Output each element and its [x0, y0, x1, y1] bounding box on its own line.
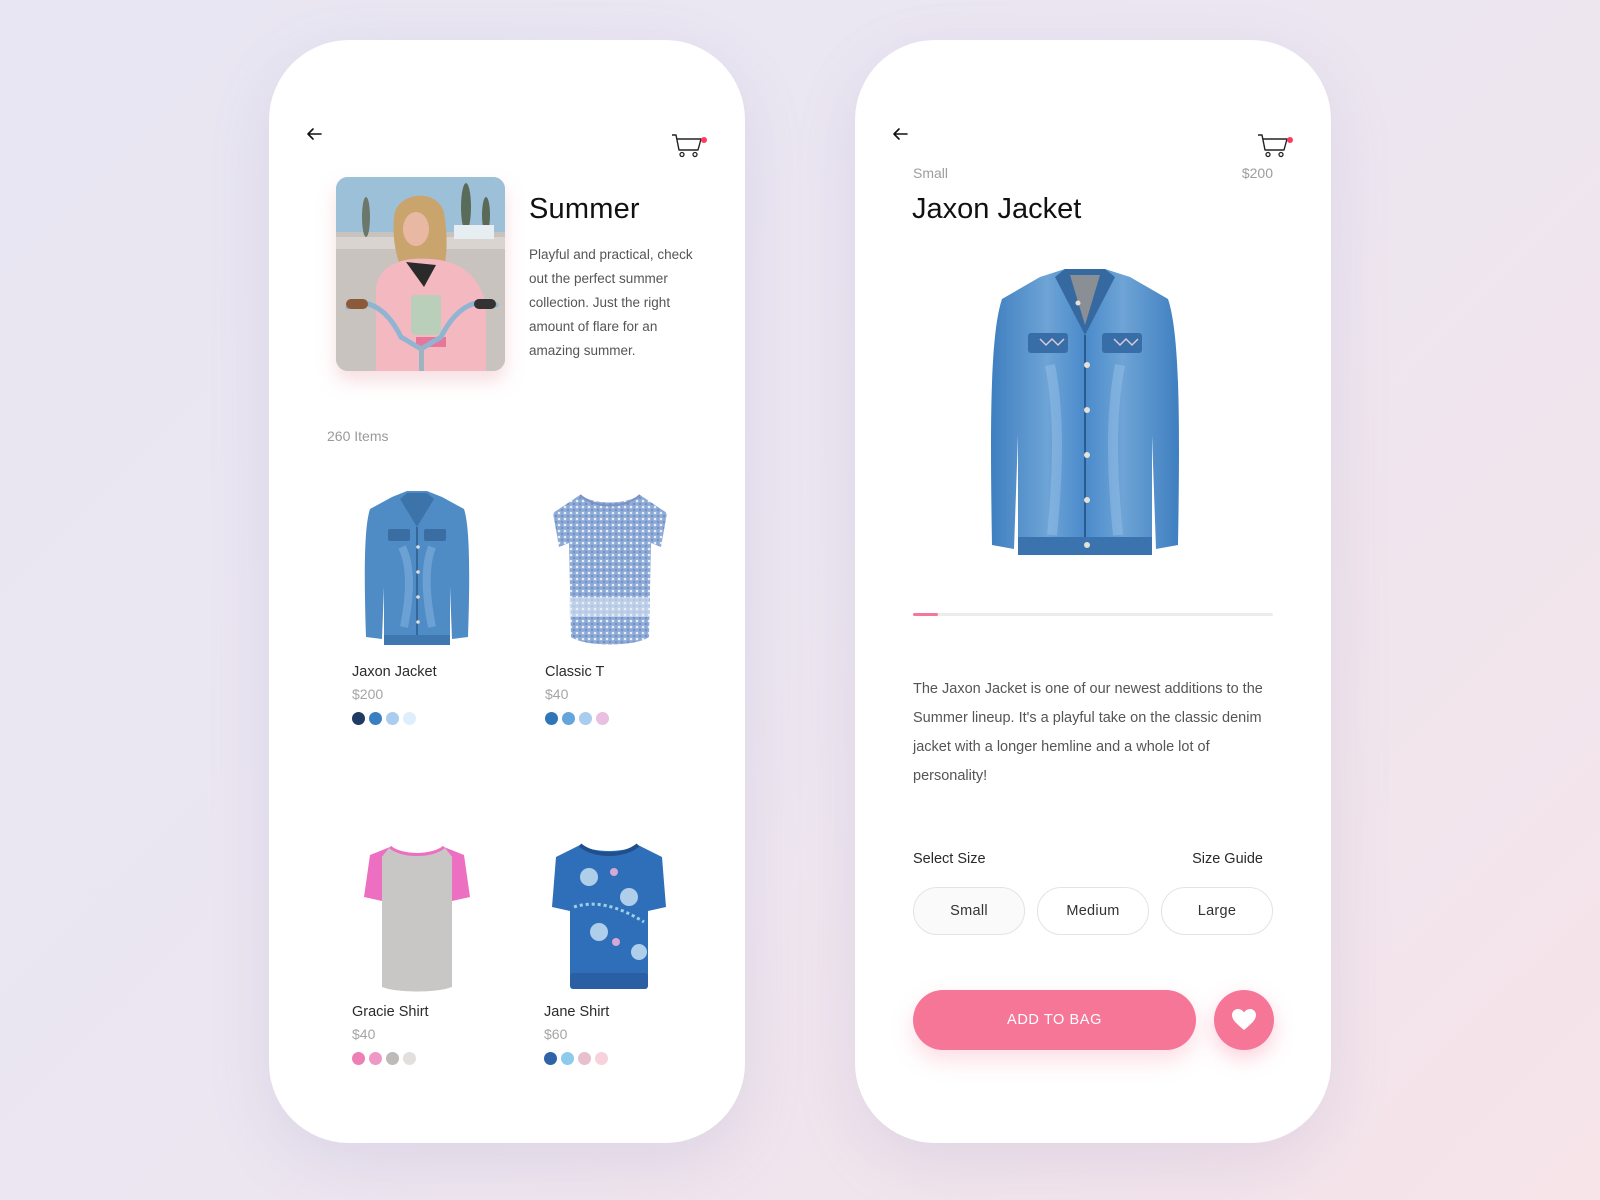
- color-swatch[interactable]: [352, 1052, 365, 1065]
- product-card[interactable]: Classic T $40: [545, 487, 715, 725]
- product-price: $40: [352, 1026, 376, 1042]
- product-description: The Jaxon Jacket is one of our newest ad…: [913, 681, 1263, 784]
- product-card[interactable]: Jane Shirt $60: [544, 827, 714, 1065]
- size-option-large[interactable]: Large: [1161, 887, 1273, 935]
- select-size-label: Select Size: [913, 851, 986, 867]
- color-swatch[interactable]: [562, 712, 575, 725]
- product-card[interactable]: Gracie Shirt $40: [352, 827, 522, 1065]
- girl-on-bicycle-photo: [336, 177, 505, 371]
- product-name: Jaxon Jacket: [352, 664, 437, 680]
- color-swatches: [545, 712, 715, 725]
- color-swatch[interactable]: [544, 1052, 557, 1065]
- shopping-cart-icon: [672, 134, 702, 158]
- product-image-gray-pink-tshirt: [352, 827, 482, 992]
- color-swatch[interactable]: [352, 712, 365, 725]
- color-swatch[interactable]: [545, 712, 558, 725]
- product-image-blue-print-shirt: [544, 827, 674, 992]
- size-option-medium[interactable]: Medium: [1037, 887, 1149, 935]
- denim-jacket-image: [991, 269, 1179, 555]
- back-button[interactable]: [891, 126, 913, 142]
- cart-button[interactable]: [671, 132, 709, 162]
- color-swatch[interactable]: [596, 712, 609, 725]
- product-image-floral-tshirt: [545, 487, 675, 652]
- top-bar: [855, 40, 1331, 160]
- arrow-left-icon: [307, 128, 322, 140]
- size-options: Small Medium Large: [913, 887, 1273, 935]
- product-title: Jaxon Jacket: [912, 193, 1082, 225]
- color-swatch[interactable]: [579, 712, 592, 725]
- color-swatch[interactable]: [578, 1052, 591, 1065]
- color-swatch[interactable]: [403, 712, 416, 725]
- collection-description: Playful and practical, check out the per…: [529, 247, 693, 358]
- product-price: $200: [1241, 165, 1273, 181]
- color-swatch[interactable]: [369, 712, 382, 725]
- color-swatches: [352, 712, 522, 725]
- product-image-denim-jacket: [352, 487, 482, 652]
- favorite-button[interactable]: [1214, 990, 1274, 1050]
- cart-button[interactable]: [1257, 132, 1295, 162]
- arrow-left-icon: [893, 128, 908, 140]
- product-detail-screen: Small $200 Jaxon Jacket The Jaxon Jacket…: [855, 40, 1331, 1143]
- collection-title: Summer: [529, 193, 640, 225]
- denim-jacket-image: [364, 491, 470, 645]
- product-name: Gracie Shirt: [352, 1004, 429, 1020]
- shopping-cart-icon: [1258, 134, 1288, 158]
- color-swatches: [544, 1052, 714, 1065]
- items-count: 260 Items: [327, 428, 389, 444]
- product-price: $40: [545, 686, 569, 702]
- collection-screen: Summer Playful and practical, check out …: [269, 40, 745, 1143]
- cart-badge: [1287, 137, 1293, 143]
- back-button[interactable]: [305, 126, 327, 142]
- size-guide-link[interactable]: Size Guide: [1192, 851, 1263, 867]
- color-swatch[interactable]: [386, 1052, 399, 1065]
- color-swatches: [352, 1052, 522, 1065]
- product-image[interactable]: [980, 265, 1190, 565]
- cart-badge: [701, 137, 707, 143]
- product-price: $200: [352, 686, 384, 702]
- color-swatch[interactable]: [403, 1052, 416, 1065]
- color-swatch[interactable]: [386, 712, 399, 725]
- color-swatch[interactable]: [369, 1052, 382, 1065]
- selected-size-label: Small: [913, 165, 949, 181]
- add-to-bag-button[interactable]: ADD TO BAG: [913, 990, 1196, 1050]
- color-swatch[interactable]: [595, 1052, 608, 1065]
- gray-pink-tshirt-image: [364, 845, 470, 992]
- top-bar: [269, 40, 745, 160]
- product-card[interactable]: Jaxon Jacket $200: [352, 487, 522, 725]
- blue-print-shirt-image: [552, 843, 666, 989]
- floral-tshirt-image: [553, 494, 667, 645]
- image-gallery-progress[interactable]: [913, 613, 1273, 616]
- color-swatch[interactable]: [561, 1052, 574, 1065]
- product-name: Jane Shirt: [544, 1004, 610, 1020]
- heart-icon: [1232, 1009, 1256, 1030]
- size-option-small[interactable]: Small: [913, 887, 1025, 935]
- collection-hero-image: [336, 177, 505, 371]
- product-price: $60: [544, 1026, 568, 1042]
- image-gallery-progress-fill: [913, 613, 939, 616]
- product-name: Classic T: [545, 664, 605, 680]
